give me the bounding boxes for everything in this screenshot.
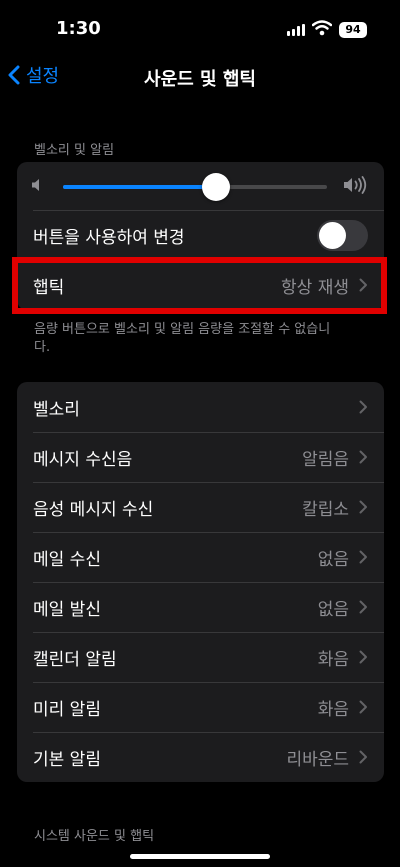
haptics-value: 항상 재생 (281, 277, 349, 298)
change-with-buttons-row: 버튼을 사용하여 변경 (17, 210, 384, 260)
sound-row-value: 없음 (317, 599, 349, 620)
page-title: 사운드 및 햅틱 (144, 69, 256, 90)
sound-row-value: 리바운드 (286, 749, 349, 770)
haptics-row[interactable]: 햅틱 항상 재생 (17, 260, 384, 310)
toggle-knob (319, 221, 346, 249)
sound-row[interactable]: 메시지 수신음 알림음 (17, 432, 384, 482)
sound-row-label: 미리 알림 (33, 699, 101, 720)
ringer-footer-note: 음량 버튼으로 벨소리 및 알림 음량을 조절할 수 없습니다. (34, 322, 331, 355)
volume-slider-fill (63, 185, 217, 189)
volume-slider-row (17, 162, 384, 210)
sound-row[interactable]: 기본 알림 리바운드 (17, 732, 384, 782)
chevron-right-icon (359, 450, 367, 464)
sound-row[interactable]: 미리 알림 화음 (17, 682, 384, 732)
sound-row-label: 캘린더 알림 (33, 649, 117, 670)
speaker-low-icon (32, 179, 39, 191)
sound-row-value: 칼립소 (302, 499, 349, 520)
sound-row-label: 메시지 수신음 (33, 449, 133, 470)
sound-row[interactable]: 벨소리 (17, 382, 384, 432)
sound-row[interactable]: 캘린더 알림 화음 (17, 632, 384, 682)
chevron-right-icon (359, 750, 367, 764)
wifi-icon (312, 20, 332, 36)
sound-row-value: 없음 (317, 549, 349, 570)
ringer-group: 버튼을 사용하여 변경 햅틱 항상 재생 (17, 162, 384, 310)
chevron-right-icon (359, 500, 367, 514)
sound-row-label: 음성 메시지 수신 (33, 499, 154, 520)
sound-row-label: 벨소리 (33, 399, 80, 420)
sound-row-label: 메일 수신 (33, 549, 101, 570)
battery-icon: 94 (339, 22, 367, 38)
sound-row[interactable]: 음성 메시지 수신 칼립소 (17, 482, 384, 532)
sound-row-label: 기본 알림 (33, 749, 101, 770)
change-with-buttons-toggle[interactable] (317, 219, 368, 251)
chevron-right-icon (359, 650, 367, 664)
sound-row[interactable]: 메일 수신 없음 (17, 532, 384, 582)
volume-slider[interactable] (63, 173, 327, 201)
sound-row-value: 화음 (317, 699, 349, 720)
speaker-high-icon (344, 176, 367, 194)
chevron-right-icon (359, 400, 367, 414)
sound-row-value: 알림음 (302, 449, 349, 470)
status-bar: 1:30 94 (0, 0, 400, 60)
chevron-right-icon (359, 700, 367, 714)
sounds-group: 벨소리 메시지 수신음 알림음 음성 메시지 수신 칼립소 메일 수신 없음 메일 발신 없음 캘… (17, 382, 384, 782)
section-header-system: 시스템 사운드 및 햅틱 (34, 829, 155, 844)
sound-row-label: 메일 발신 (33, 599, 101, 620)
battery-level: 94 (345, 23, 361, 36)
volume-slider-thumb[interactable] (202, 173, 231, 201)
navigation-bar: 설정 사운드 및 햅틱 (0, 60, 400, 94)
chevron-right-icon (359, 600, 367, 614)
home-indicator (130, 854, 270, 859)
change-with-buttons-label: 버튼을 사용하여 변경 (33, 227, 185, 248)
status-time: 1:30 (56, 18, 101, 39)
cellular-signal-icon (287, 24, 305, 36)
sound-row[interactable]: 메일 발신 없음 (17, 582, 384, 632)
chevron-right-icon (359, 278, 367, 292)
chevron-right-icon (359, 550, 367, 564)
haptics-label: 햅틱 (33, 277, 65, 298)
sound-row-value: 화음 (317, 649, 349, 670)
section-header-ringer: 벨소리 및 알림 (34, 143, 115, 158)
